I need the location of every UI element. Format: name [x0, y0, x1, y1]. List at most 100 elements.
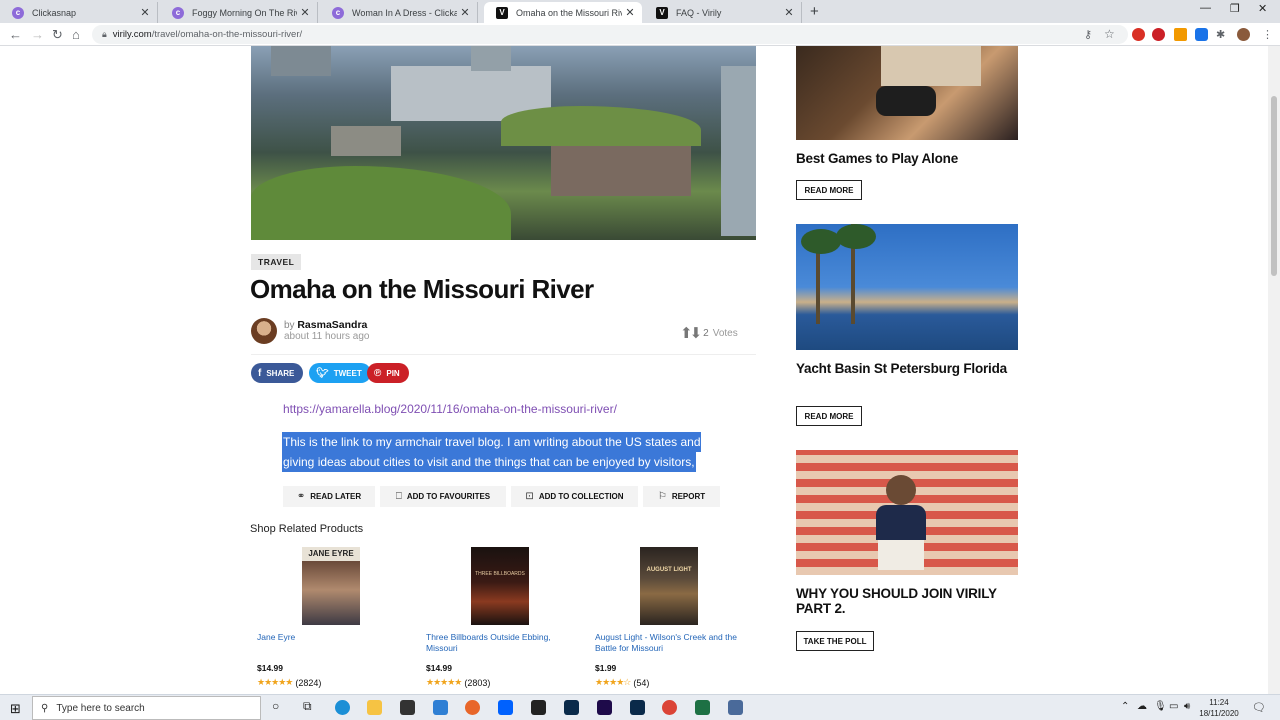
- restore-icon[interactable]: ❐: [1230, 2, 1240, 15]
- home-icon[interactable]: ⌂: [72, 27, 80, 42]
- product-rating[interactable]: ★★★★☆ (54): [595, 677, 649, 688]
- product-image[interactable]: AUGUST LIGHT: [640, 547, 698, 625]
- minimize-icon[interactable]: —: [1200, 2, 1211, 14]
- close-icon[interactable]: ✕: [137, 6, 153, 19]
- twitter-share-button[interactable]: 🐦︎ TWEET: [309, 363, 371, 383]
- tab-strip: c Clickasnap ✕ c Foggy Morning On The Ri…: [0, 0, 1280, 23]
- review-count: (2803): [464, 677, 491, 688]
- product-image[interactable]: THREE BILLBOARDS: [471, 547, 529, 625]
- notifications-icon[interactable]: 🗨︎: [1252, 701, 1266, 714]
- review-count: (2824): [295, 677, 322, 688]
- sidebar-card-image[interactable]: [796, 46, 1018, 140]
- facebook-share-button[interactable]: f SHARE: [251, 363, 304, 383]
- store-icon[interactable]: [400, 700, 415, 715]
- tab-foggy-morning[interactable]: c Foggy Morning On The River. - C ✕: [160, 2, 318, 23]
- read-more-button[interactable]: READ MORE: [796, 180, 862, 200]
- tab-omaha[interactable]: V Omaha on the Missouri River - Vi ✕: [484, 2, 642, 23]
- glasses-icon: ⚭: [296, 491, 306, 502]
- tab-woman-in-dress[interactable]: c Woman In A Dress - Clickasnap ✕: [320, 2, 478, 23]
- product-rating[interactable]: ★★★★★ (2803): [426, 677, 490, 688]
- read-more-button[interactable]: READ MORE: [796, 406, 862, 426]
- premiere-icon[interactable]: [597, 700, 612, 715]
- chevron-up-icon[interactable]: ⌃: [1121, 701, 1129, 712]
- product-name[interactable]: Three Billboards Outside Ebbing, Missour…: [426, 632, 576, 654]
- address-bar[interactable]: 🔒︎ virily.com/travel/omaha-on-the-missou…: [92, 25, 1128, 44]
- vote-widget: ⬆⬇ 2 Votes: [680, 324, 738, 342]
- scrollbar-thumb[interactable]: [1271, 96, 1277, 276]
- system-clock[interactable]: 11:24 18/11/2020: [1196, 697, 1242, 719]
- votes-count: 2: [703, 327, 709, 339]
- task-view-icon[interactable]: ⧉: [303, 699, 312, 714]
- tab-faq-virily[interactable]: V FAQ - Virily ✕: [644, 2, 802, 23]
- author-link[interactable]: RasmaSandra: [297, 319, 367, 331]
- favourites-label: ADD TO FAVOURITES: [406, 492, 491, 501]
- sidebar-card-image[interactable]: [796, 450, 1018, 575]
- tab-label: FAQ - Virily: [676, 7, 722, 18]
- lock-icon: 🔒︎: [102, 29, 107, 39]
- firefox-icon[interactable]: [465, 700, 480, 715]
- close-icon[interactable]: ✕: [781, 6, 797, 19]
- reload-icon[interactable]: ↻: [52, 27, 63, 43]
- network-icon[interactable]: ▭: [1169, 701, 1178, 712]
- cortana-icon[interactable]: ○: [272, 699, 279, 713]
- photoshop-icon[interactable]: [564, 700, 579, 715]
- close-icon[interactable]: ✕: [297, 6, 313, 19]
- app-icon[interactable]: [728, 700, 743, 715]
- cloud-icon[interactable]: ☁: [1137, 701, 1147, 712]
- file-explorer-icon[interactable]: [367, 700, 382, 715]
- tab-clickasnap[interactable]: c Clickasnap ✕: [0, 2, 158, 23]
- star-icon[interactable]: ☆: [1104, 27, 1115, 41]
- close-icon[interactable]: ✕: [622, 6, 638, 19]
- product-name[interactable]: Jane Eyre: [257, 632, 407, 643]
- take-the-poll-button[interactable]: TAKE THE POLL: [796, 631, 874, 651]
- report-button[interactable]: ⚐ REPORT: [643, 486, 720, 507]
- product-image[interactable]: JANE EYRE: [302, 547, 360, 625]
- pinterest-share-button[interactable]: ℗ PIN: [367, 363, 409, 383]
- taskbar-search[interactable]: ⚲ Type here to search: [32, 696, 261, 720]
- extension-icon[interactable]: [1132, 28, 1145, 41]
- chrome-icon[interactable]: [662, 700, 677, 715]
- mail-icon[interactable]: [433, 700, 448, 715]
- new-tab-button[interactable]: +: [810, 3, 819, 20]
- excel-icon[interactable]: [695, 700, 710, 715]
- pinterest-icon[interactable]: [1152, 28, 1165, 41]
- article-hero-image: [251, 46, 756, 240]
- product-rating[interactable]: ★★★★★ (2824): [257, 677, 321, 688]
- add-to-collection-button[interactable]: ⊡ ADD TO COLLECTION: [511, 486, 638, 507]
- back-icon[interactable]: ←: [9, 27, 22, 42]
- category-badge[interactable]: TRAVEL: [251, 254, 302, 270]
- windows-start-icon[interactable]: ⊞: [10, 701, 21, 717]
- byline: by RasmaSandra: [284, 319, 367, 331]
- forward-icon[interactable]: →: [31, 27, 44, 42]
- read-later-button[interactable]: ⚭ READ LATER: [283, 486, 375, 507]
- product-name[interactable]: August Light - Wilson's Creek and the Ba…: [595, 632, 745, 654]
- volume-icon[interactable]: 🔊︎: [1184, 701, 1190, 712]
- sidebar-card-title[interactable]: WHY YOU SHOULD JOIN VIRILY PART 2.: [796, 586, 1026, 616]
- window-close-icon[interactable]: ✕: [1258, 2, 1267, 15]
- extension-icon[interactable]: [1195, 28, 1208, 41]
- browser-toolbar: ← → ↻ ⌂ 🔒︎ virily.com/travel/omaha-on-th…: [0, 23, 1280, 46]
- microphone-icon[interactable]: 🎙︎: [1154, 701, 1167, 712]
- app-icon[interactable]: [531, 700, 546, 715]
- extension-icon[interactable]: [1174, 28, 1187, 41]
- address-host: virily.com: [112, 29, 152, 40]
- sidebar-card-image[interactable]: [796, 224, 1018, 350]
- clickasnap-icon: c: [332, 6, 344, 19]
- edge-icon[interactable]: [335, 700, 350, 715]
- dropbox-icon[interactable]: [498, 700, 513, 715]
- author-avatar[interactable]: [251, 318, 277, 344]
- puzzle-icon[interactable]: ✱: [1216, 28, 1225, 41]
- lightroom-icon[interactable]: [630, 700, 645, 715]
- star-rating-icon: ★★★★★: [257, 677, 293, 687]
- page-scrollbar[interactable]: [1268, 46, 1280, 694]
- profile-avatar[interactable]: [1237, 28, 1250, 41]
- search-placeholder: Type here to search: [56, 702, 145, 714]
- blog-link[interactable]: https://yamarella.blog/2020/11/16/omaha-…: [283, 402, 617, 416]
- sidebar-card-title[interactable]: Yacht Basin St Petersburg Florida: [796, 361, 1026, 376]
- key-icon[interactable]: ⚷: [1084, 28, 1092, 41]
- vote-arrows-icon[interactable]: ⬆⬇: [680, 324, 702, 342]
- add-to-favourites-button[interactable]: ⎕ ADD TO FAVOURITES: [380, 486, 506, 507]
- menu-icon[interactable]: ⋮: [1262, 28, 1273, 41]
- close-icon[interactable]: ✕: [457, 6, 473, 19]
- sidebar-card-title[interactable]: Best Games to Play Alone: [796, 151, 1026, 166]
